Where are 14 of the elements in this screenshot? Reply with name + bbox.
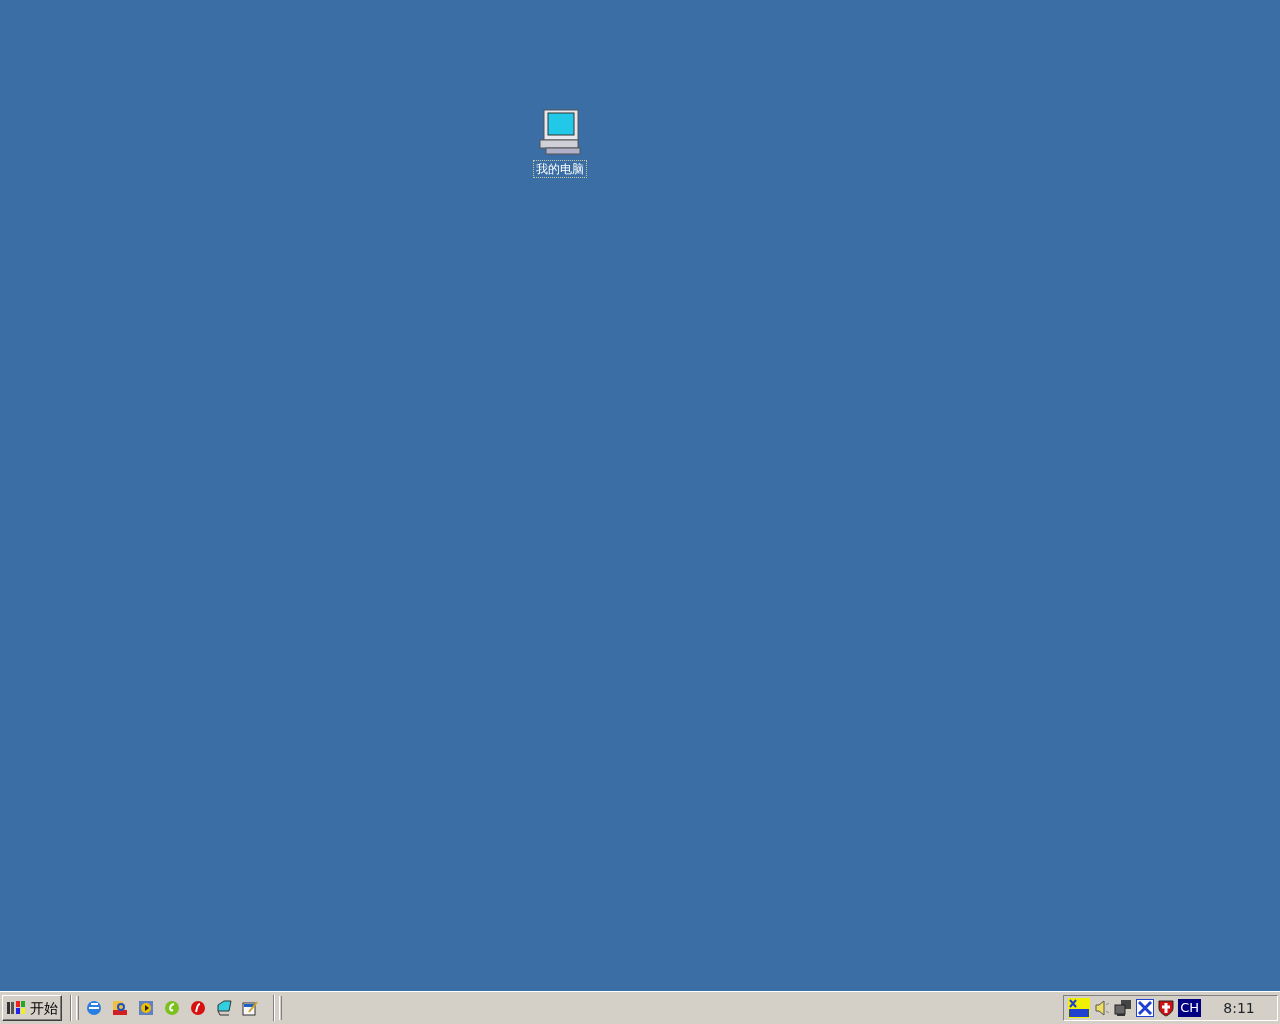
shield-icon[interactable] (1158, 999, 1175, 1017)
notepad-icon[interactable] (241, 999, 259, 1017)
flash-disc-icon[interactable] (189, 999, 207, 1017)
desktop-icon-label[interactable]: 我的电脑 (533, 160, 587, 178)
input-language-indicator[interactable]: CH (1178, 999, 1201, 1017)
tilted-box-icon[interactable] (215, 999, 233, 1017)
computer-icon (536, 108, 584, 156)
start-button[interactable]: 开始 (2, 995, 62, 1021)
clock[interactable]: 8:11 (1205, 997, 1273, 1019)
flag-logo-icon (6, 999, 26, 1017)
cross-arrows-icon[interactable] (1136, 999, 1155, 1017)
media-player-icon[interactable] (137, 999, 155, 1017)
magnifier-icon[interactable] (111, 999, 129, 1017)
sound-logo-icon[interactable] (1068, 998, 1091, 1018)
